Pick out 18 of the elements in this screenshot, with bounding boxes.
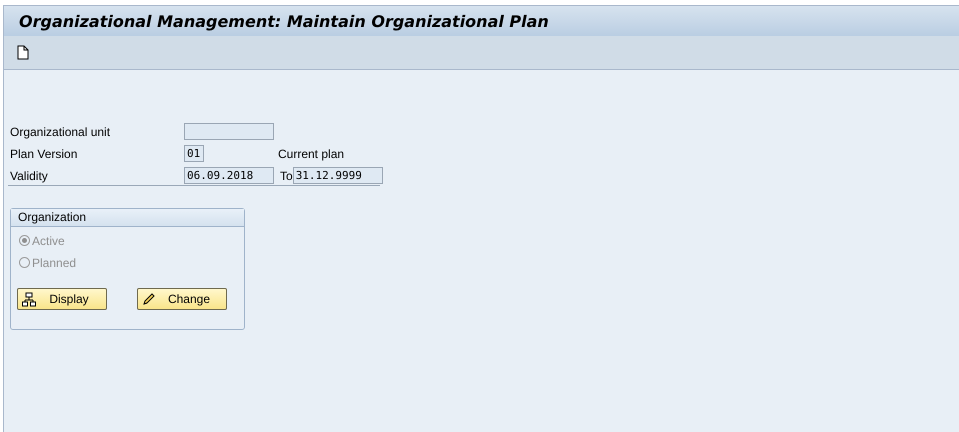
field-label: Plan Version bbox=[9, 146, 78, 160]
group-title: Organization bbox=[11, 209, 244, 227]
hierarchy-icon bbox=[22, 292, 36, 306]
input-field[interactable]: 01 bbox=[184, 145, 204, 162]
field-label: Validity bbox=[9, 168, 49, 182]
radio-label: Planned bbox=[32, 256, 76, 270]
field-label: To bbox=[279, 168, 293, 182]
new-document-icon[interactable] bbox=[17, 45, 29, 60]
window-title: Organizational Management: Maintain Organizational Plan bbox=[19, 12, 549, 30]
input-field[interactable] bbox=[184, 123, 274, 140]
input-field[interactable]: 31.12.9999 bbox=[292, 167, 383, 184]
radio-label: Active bbox=[32, 234, 65, 248]
pencil-icon bbox=[142, 292, 156, 306]
input-field[interactable]: 06.09.2018 bbox=[184, 167, 274, 184]
button[interactable]: Display bbox=[17, 288, 107, 310]
field-description: Current plan bbox=[278, 146, 344, 160]
field-label: Organizational unit bbox=[9, 124, 112, 138]
button[interactable]: Change bbox=[137, 288, 227, 310]
